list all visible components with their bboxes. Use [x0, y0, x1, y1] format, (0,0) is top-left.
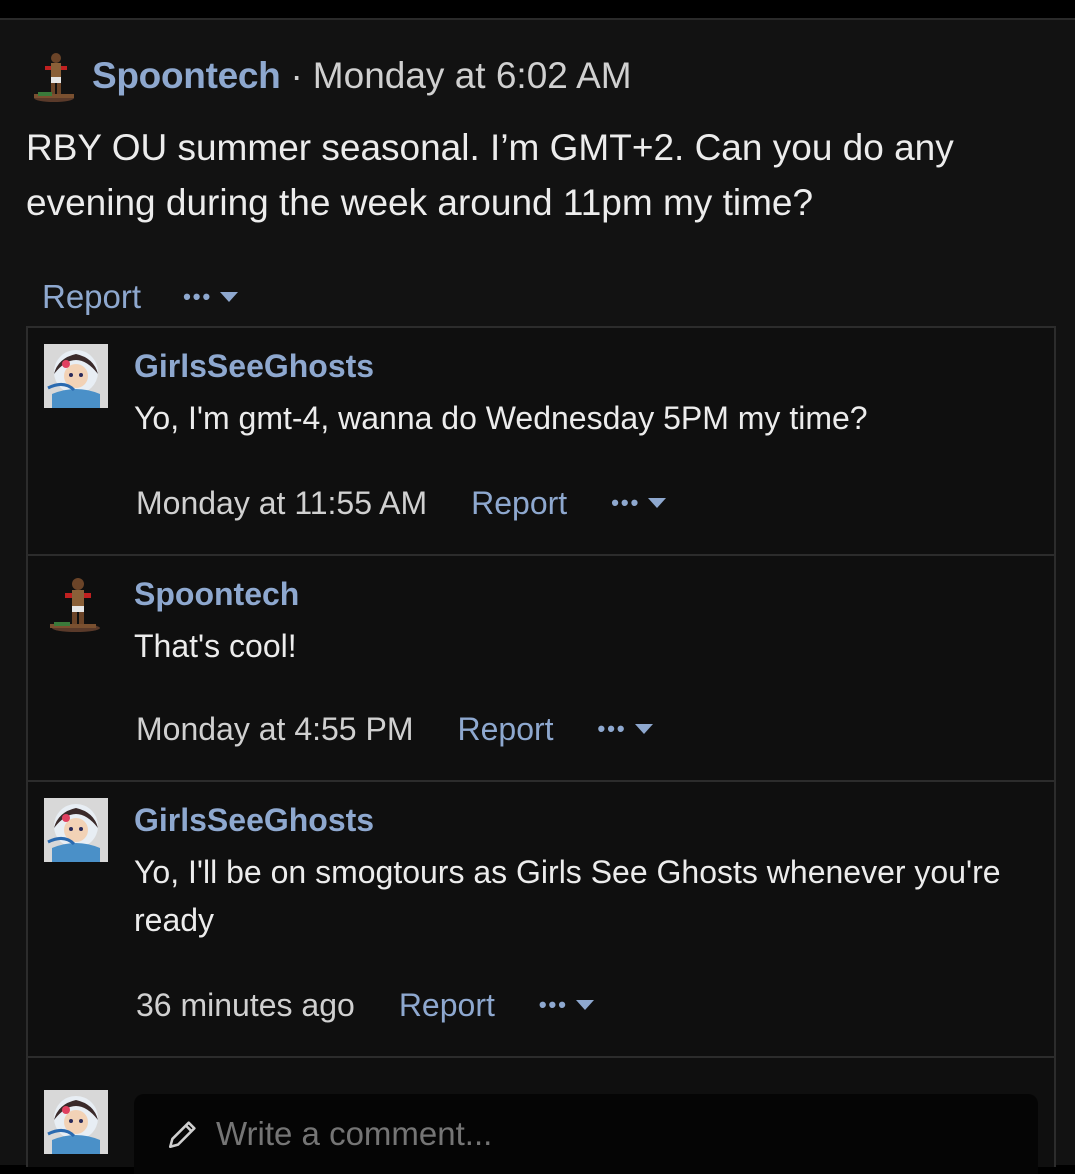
anime-girl-avatar-icon[interactable]	[44, 798, 108, 862]
more-dots-icon: •••	[183, 284, 213, 309]
report-link[interactable]: Report	[42, 278, 141, 316]
boxer-sprite-icon[interactable]	[26, 48, 82, 104]
more-options-button[interactable]: •••	[539, 992, 594, 1018]
comment-input[interactable]	[214, 1114, 918, 1154]
more-dots-icon: •••	[538, 992, 568, 1017]
comment-timestamp[interactable]: Monday at 4:55 PM	[136, 711, 413, 748]
more-options-button[interactable]: •••	[598, 716, 653, 742]
comment-footer: Monday at 11:55 AM Report •••	[136, 480, 667, 526]
post-author-link[interactable]: Spoontech	[92, 55, 281, 97]
reply-row	[28, 1074, 1054, 1174]
comment-author-link[interactable]: GirlsSeeGhosts	[134, 348, 374, 385]
chevron-down-icon	[220, 292, 239, 302]
chevron-down-icon	[634, 724, 653, 734]
comment-list: GirlsSeeGhosts Yo, I'm gmt-4, wanna do W…	[26, 326, 1056, 1174]
boxer-sprite-icon[interactable]	[44, 572, 108, 636]
post-actions: Report •••	[42, 272, 239, 322]
more-dots-icon: •••	[597, 716, 627, 741]
post-timestamp[interactable]: Monday at 6:02 AM	[313, 55, 632, 97]
report-link[interactable]: Report	[471, 485, 567, 522]
meta-separator: ·	[290, 55, 303, 96]
comment-timestamp[interactable]: Monday at 11:55 AM	[136, 485, 427, 522]
comment-footer: Monday at 4:55 PM Report •••	[136, 706, 653, 752]
chevron-down-icon	[575, 1000, 594, 1010]
comment-item: GirlsSeeGhosts Yo, I'm gmt-4, wanna do W…	[28, 328, 1054, 556]
report-link[interactable]: Report	[457, 711, 553, 748]
comment-item: GirlsSeeGhosts Yo, I'll be on smogtours …	[28, 782, 1054, 1058]
comment-author-link[interactable]: GirlsSeeGhosts	[134, 802, 374, 839]
more-dots-icon: •••	[611, 490, 641, 515]
comment-text: Yo, I'm gmt-4, wanna do Wednesday 5PM my…	[134, 400, 868, 436]
comment-footer: 36 minutes ago Report •••	[136, 982, 594, 1028]
more-options-button[interactable]: •••	[611, 490, 667, 516]
anime-girl-avatar-icon[interactable]	[44, 344, 108, 408]
comment-text: Yo, I'll be on smogtours as Girls See Gh…	[134, 854, 1001, 938]
post-header: Spoontech · Monday at 6:02 AM	[26, 50, 632, 102]
pencil-icon	[168, 1121, 196, 1149]
chevron-down-icon	[648, 498, 667, 508]
comment-timestamp[interactable]: 36 minutes ago	[136, 987, 355, 1024]
more-options-button[interactable]: •••	[183, 284, 239, 310]
comment-text: That's cool!	[134, 628, 297, 664]
comment-box[interactable]	[134, 1094, 1038, 1174]
report-link[interactable]: Report	[399, 987, 495, 1024]
comment-item: Spoontech That's cool! Monday at 4:55 PM…	[28, 556, 1054, 782]
profile-post: Spoontech · Monday at 6:02 AM RBY OU sum…	[0, 18, 1075, 1174]
comment-author-link[interactable]: Spoontech	[134, 576, 299, 613]
post-body: RBY OU summer seasonal. I’m GMT+2. Can y…	[26, 127, 954, 223]
top-bar	[0, 0, 1075, 18]
anime-girl-avatar-icon[interactable]	[44, 1090, 108, 1154]
